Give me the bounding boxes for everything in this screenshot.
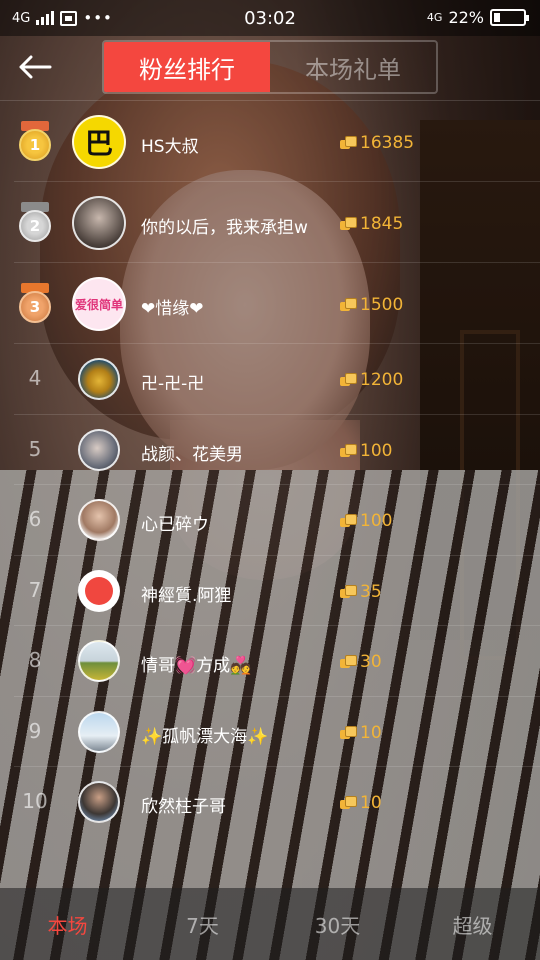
ranking-row[interactable]: 10 欣然柱子哥 10 (0, 767, 540, 838)
coin-icon (340, 514, 357, 528)
user-avatar[interactable] (78, 710, 120, 753)
tab-30-days[interactable]: 30天 (270, 888, 405, 960)
text-avatar-text: 爱很简单 (74, 297, 123, 312)
score-value: 1200 (360, 370, 404, 390)
user-avatar[interactable] (78, 781, 120, 823)
rank-medal: 3 (14, 283, 56, 325)
score-value: 1500 (360, 295, 404, 315)
bottom-tab-bar: 本场 7天 30天 超级 (0, 888, 540, 960)
user-name: 欣然柱子哥 (141, 797, 226, 817)
score-value: 16385 (360, 133, 415, 153)
rank-number: 5 (28, 436, 42, 461)
score: 1200 (340, 370, 403, 390)
coin-icon (340, 725, 357, 740)
fan-ranking-screen: 4G ••• 03:02 4G 22% 粉丝排行 本场礼单 1 巴 HS大叔 1… (0, 0, 540, 960)
score: 1845 (340, 214, 403, 234)
user-name: 你的以后，我来承担w (141, 218, 308, 238)
score: 10 (340, 723, 382, 743)
score-value: 10 (360, 793, 382, 813)
tab-7-days[interactable]: 7天 (135, 888, 270, 960)
score: 35 (340, 582, 382, 602)
score: 10 (340, 793, 382, 813)
silver-medal-icon: 2 (17, 202, 53, 244)
score-value: 100 (360, 440, 393, 461)
logo-avatar-text: 巴 (84, 127, 113, 160)
coin-icon (340, 136, 357, 150)
user-avatar[interactable] (78, 569, 120, 612)
network-type-right: 4G (426, 11, 443, 24)
coin-icon (340, 584, 357, 599)
ranking-row[interactable]: 4 卍-卍-卍 1200 (0, 344, 540, 415)
rank-medal: 1 (14, 121, 56, 163)
ranking-list: 1 巴 HS大叔 16385 2 你的以后，我来承担w 1845 3 爱很简单 … (0, 101, 540, 838)
ranking-row[interactable]: 1 巴 HS大叔 16385 (0, 101, 540, 182)
score: 16385 (340, 133, 414, 153)
user-name: 情哥💓方成💑 (141, 656, 252, 676)
user-name: ❤惜缘❤ (141, 299, 204, 319)
coin-icon (340, 655, 357, 669)
score: 1500 (340, 295, 403, 315)
fox-avatar-icon (85, 576, 113, 605)
rank-number: 10 (22, 789, 48, 813)
user-avatar[interactable] (78, 640, 120, 682)
user-name: 心已碎ウ (141, 515, 209, 535)
user-name: HS大叔 (141, 137, 199, 157)
tab-gift-list[interactable]: 本场礼单 (270, 42, 436, 92)
back-arrow-icon (19, 55, 52, 79)
status-right-group: 4G 22% (426, 8, 529, 27)
score-value: 30 (360, 652, 382, 672)
status-bar: 4G ••• 03:02 4G 22% (0, 0, 540, 36)
ranking-row[interactable]: 3 爱很简单 ❤惜缘❤ 1500 (0, 263, 540, 344)
header-tabs: 粉丝排行 本场礼单 (102, 40, 438, 94)
rank-number: 8 (28, 648, 42, 672)
tab-fan-ranking[interactable]: 粉丝排行 (104, 42, 270, 92)
battery-icon (490, 9, 529, 26)
coin-icon (340, 443, 357, 458)
header: 粉丝排行 本场礼单 (0, 36, 540, 100)
ranking-row[interactable]: 6 心已碎ウ 100 (0, 485, 540, 556)
rank-number: 7 (28, 577, 42, 602)
user-name: ✨孤帆漂大海✨ (141, 726, 269, 747)
back-button[interactable] (18, 50, 58, 84)
gold-medal-icon: 1 (17, 121, 53, 163)
rank-medal: 2 (14, 202, 56, 244)
user-name: 神經質.阿狸 (141, 585, 232, 606)
coin-icon (340, 796, 357, 810)
ranking-row[interactable]: 7 神經質.阿狸 35 (0, 556, 540, 626)
rank-number: 6 (28, 507, 42, 531)
user-avatar[interactable] (78, 358, 120, 400)
tab-super[interactable]: 超级 (405, 888, 540, 960)
user-avatar[interactable] (78, 499, 120, 541)
battery-level-fill (494, 13, 501, 22)
user-name: 战颜、花美男 (141, 444, 243, 465)
tab-this-session[interactable]: 本场 (0, 888, 135, 960)
user-avatar[interactable] (72, 196, 126, 250)
score: 30 (340, 652, 382, 672)
ranking-row[interactable]: 5 战颜、花美男 100 (0, 415, 540, 485)
coin-icon (340, 217, 357, 231)
user-avatar[interactable]: 巴 (72, 115, 126, 169)
ranking-row[interactable]: 8 情哥💓方成💑 30 (0, 626, 540, 697)
rank-number: 9 (28, 718, 42, 743)
user-name: 卍-卍-卍 (141, 374, 205, 394)
rank-number: 4 (28, 366, 42, 390)
score-value: 100 (360, 511, 393, 531)
score-value: 10 (360, 722, 382, 743)
bronze-medal-icon: 3 (17, 283, 53, 325)
score: 100 (340, 511, 392, 531)
user-avatar[interactable] (78, 428, 120, 471)
battery-percent: 22% (448, 8, 484, 27)
coin-icon (340, 373, 357, 387)
user-avatar[interactable]: 爱很简单 (72, 277, 126, 331)
score-value: 1845 (360, 214, 404, 234)
score: 100 (340, 441, 392, 461)
coin-icon (340, 298, 357, 312)
score-value: 35 (360, 581, 382, 602)
ranking-row[interactable]: 2 你的以后，我来承担w 1845 (0, 182, 540, 263)
ranking-row[interactable]: 9 ✨孤帆漂大海✨ 10 (0, 697, 540, 767)
